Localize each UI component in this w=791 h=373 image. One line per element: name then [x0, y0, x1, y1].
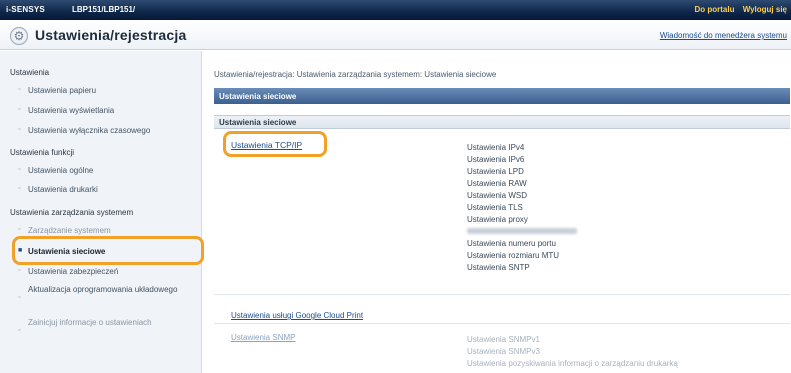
sidebar-item-label: Zainicjuj informacje o ustawieniach [28, 318, 152, 327]
divider [214, 294, 790, 295]
google-cloud-print-link[interactable]: Ustawienia usługi Google Cloud Print [231, 311, 363, 320]
page-title: Ustawienia/rejestracja [35, 27, 187, 43]
list-item: Ustawienia IPv4 [467, 143, 525, 152]
sidebar-item-printer-settings[interactable]: ▫ Ustawienia drukarki [18, 185, 98, 194]
sidebar-item-label: Ustawienia zabezpieczeń [28, 267, 119, 276]
bullet-icon: ▫ [18, 86, 21, 93]
sidebar-item-timer-settings[interactable]: ▫ Ustawienia wyłącznika czasowego [18, 126, 150, 135]
list-item: Ustawienia numeru portu [467, 239, 556, 248]
bullet-icon: ▫ [18, 267, 21, 274]
sidebar-item-paper-settings[interactable]: ▫ Ustawienia papieru [18, 86, 96, 95]
sidebar-item-label: Zarządzanie systemem [28, 226, 111, 235]
sidebar-item-security-settings[interactable]: ▫ Ustawienia zabezpieczeń [18, 267, 118, 276]
sidebar-item-firmware-update[interactable]: ▫ Aktualizacja oprogramowania układowego [18, 284, 188, 303]
top-links: Do portalu Wyloguj się [688, 5, 787, 14]
list-item: Ustawienia TLS [467, 203, 523, 212]
list-item: Ustawienia rozmiaru MTU [467, 251, 560, 260]
sidebar-item-label: Ustawienia wyświetlania [28, 106, 115, 115]
bullet-icon: ▫ [18, 126, 21, 133]
list-item: Ustawienia LPD [467, 167, 524, 176]
highlight-frame-tcpip [223, 131, 327, 157]
bullet-icon: ▫ [18, 106, 21, 113]
admin-message-link[interactable]: Wiadomość do menedżera systemu [660, 31, 787, 40]
list-item: Ustawienia RAW [467, 179, 527, 188]
sidebar: Ustawienia ▫ Ustawienia papieru ▫ Ustawi… [0, 51, 202, 373]
sidebar-heading-function-settings: Ustawienia funkcji [10, 148, 75, 157]
settings-gear-icon: ⚙ [10, 27, 28, 45]
snmp-settings-link[interactable]: Ustawienia SNMP [231, 333, 295, 342]
divider [214, 323, 790, 324]
sidebar-item-label: Ustawienia papieru [28, 86, 97, 95]
snmp-details-list: Ustawienia SNMPv1 Ustawienia SNMPv3 Usta… [467, 335, 678, 371]
sidebar-item-system-management[interactable]: ▫ Zarządzanie systemem [18, 226, 111, 235]
device-model: LBP151/LBP151/ [72, 5, 136, 14]
list-item: Ustawienia SNTP [467, 263, 530, 272]
sidebar-item-display-settings[interactable]: ▫ Ustawienia wyświetlania [18, 106, 114, 115]
bullet-icon: ▫ [18, 226, 21, 233]
sidebar-heading-settings: Ustawienia [10, 68, 50, 77]
sidebar-item-label: Ustawienia ogólne [28, 166, 94, 175]
top-bar: i-SENSYS LBP151/LBP151/ Do portalu Wylog… [0, 0, 791, 20]
sidebar-item-label: Aktualizacja oprogramowania układowego [28, 285, 178, 294]
section-title-bar: Ustawienia sieciowe [214, 88, 790, 104]
list-item: Ustawienia SNMPv3 [467, 347, 540, 356]
bullet-icon: ▫ [18, 294, 21, 301]
breadcrumb: Ustawienia/rejestracja: Ustawienia zarzą… [214, 70, 497, 79]
sidebar-item-label: Ustawienia wyłącznika czasowego [28, 126, 151, 135]
bullet-icon: ▫ [18, 166, 21, 173]
bullet-icon: ▫ [18, 327, 21, 334]
highlight-frame-network-settings [12, 236, 204, 265]
list-item: Ustawienia SNMPv1 [467, 335, 540, 344]
list-item: Ustawienia IPv6 [467, 155, 525, 164]
bullet-icon: ▫ [18, 185, 21, 192]
portal-link[interactable]: Do portalu [694, 5, 734, 14]
list-item: Ustawienia proxy [467, 215, 528, 224]
blurred-text [467, 228, 577, 234]
sidebar-item-general-settings[interactable]: ▫ Ustawienia ogólne [18, 166, 93, 175]
sidebar-item-initialize-settings[interactable]: ▫ Zainicjuj informacje o ustawieniach [18, 317, 168, 336]
list-item: Ustawienia pozyskiwania informacji o zar… [467, 359, 678, 368]
logout-link[interactable]: Wyloguj się [743, 5, 787, 14]
tcpip-details-list: Ustawienia IPv4 Ustawienia IPv6 Ustawien… [467, 143, 577, 275]
brand-logo: i-SENSYS [6, 5, 45, 14]
list-item: Ustawienia WSD [467, 191, 528, 200]
main-content: Ustawienia/rejestracja: Ustawienia zarzą… [203, 51, 791, 373]
sidebar-item-label: Ustawienia drukarki [28, 185, 98, 194]
sidebar-heading-system-management: Ustawienia zarządzania systemem [10, 208, 134, 217]
subsection-title-bar: Ustawienia sieciowe [214, 115, 790, 129]
list-item-blurred [467, 227, 577, 239]
